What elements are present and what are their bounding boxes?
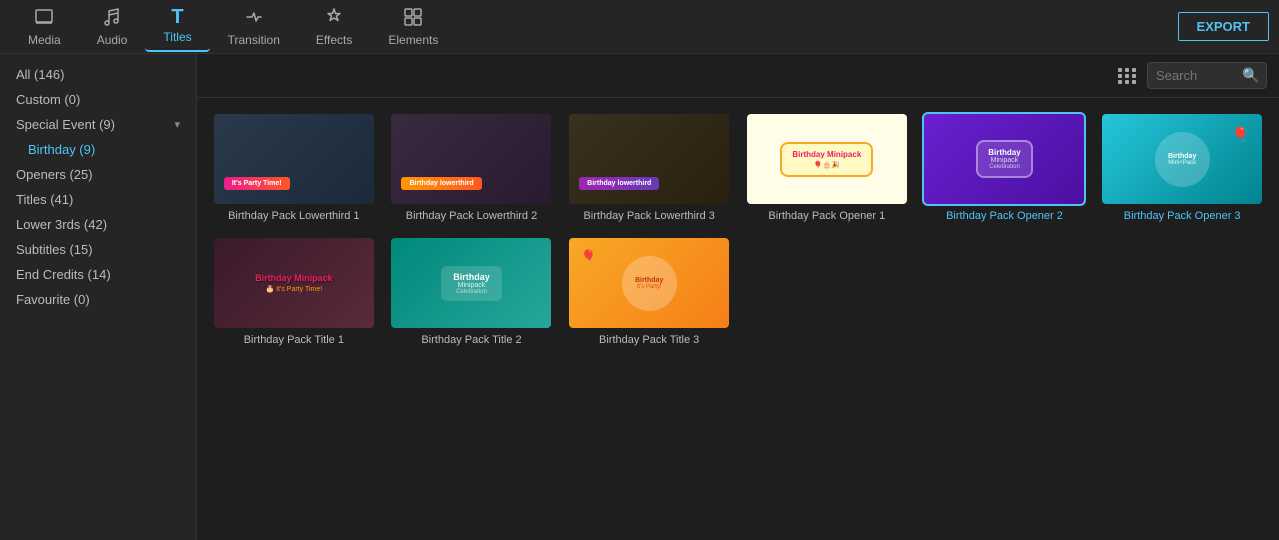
item-label-lt3: Birthday Pack Lowerthird 3 (583, 210, 714, 222)
items-grid: It's Party Time! Birthday Pack Lowerthir… (197, 98, 1279, 362)
toolbar-effects[interactable]: Effects (298, 1, 370, 53)
titles-label: Titles (163, 30, 191, 44)
grid-item-lt3[interactable]: Birthday lowerthird Birthday Pack Lowert… (568, 114, 730, 222)
grid-item-title3[interactable]: Birthday It's Party! 🎈 Birthday Pack Tit… (568, 238, 730, 346)
item-label-op2: Birthday Pack Opener 2 (946, 210, 1063, 222)
item-label-title3: Birthday Pack Title 3 (599, 334, 699, 346)
grid-dots-icon (1118, 68, 1137, 84)
grid-item-lt2[interactable]: Birthday lowerthird Birthday Pack Lowert… (391, 114, 553, 222)
sidebar-item-custom[interactable]: Custom (0) (0, 87, 196, 112)
toolbar-audio[interactable]: Audio (79, 1, 146, 53)
sidebar-item-titles[interactable]: Titles (41) (0, 187, 196, 212)
grid-item-op3[interactable]: Birthday Mini+Pack 🎈 Birthday Pack Opene… (1101, 114, 1263, 222)
effects-icon (324, 7, 344, 30)
thumbnail-title2: Birthday Minipack Celebration (391, 238, 551, 328)
grid-item-op1[interactable]: Birthday Minipack 🎈🎂🎉 Birthday Pack Open… (746, 114, 908, 222)
audio-label: Audio (97, 33, 128, 47)
elements-label: Elements (388, 33, 438, 47)
effects-label: Effects (316, 33, 352, 47)
thumbnail-title1: Birthday Minipack 🎂 It's Party Time! (214, 238, 374, 328)
toolbar-titles[interactable]: T Titles (145, 1, 209, 52)
thumbnail-lt1: It's Party Time! (214, 114, 374, 204)
sidebar-item-lower3rds[interactable]: Lower 3rds (42) (0, 212, 196, 237)
thumbnail-title3: Birthday It's Party! 🎈 (569, 238, 729, 328)
thumbnail-lt2: Birthday lowerthird (391, 114, 551, 204)
grid-item-title2[interactable]: Birthday Minipack Celebration Birthday P… (391, 238, 553, 346)
item-label-op1: Birthday Pack Opener 1 (768, 210, 885, 222)
grid-item-lt1[interactable]: It's Party Time! Birthday Pack Lowerthir… (213, 114, 375, 222)
sidebar-item-all[interactable]: All (146) (0, 62, 196, 87)
export-button[interactable]: EXPORT (1178, 12, 1269, 41)
audio-icon (102, 7, 122, 30)
sidebar: All (146) Custom (0) Special Event (9) ▾… (0, 54, 197, 540)
toolbar: Media Audio T Titles Transition Effects … (0, 0, 1279, 54)
transition-label: Transition (228, 33, 280, 47)
content-area: 🔍 It's Party Time! Birthday Pack Lowerth… (197, 54, 1279, 540)
search-input[interactable] (1156, 68, 1236, 83)
search-icon: 🔍 (1242, 67, 1259, 84)
search-bar[interactable]: 🔍 (1147, 62, 1267, 89)
item-label-title1: Birthday Pack Title 1 (244, 334, 344, 346)
item-label-lt1: Birthday Pack Lowerthird 1 (228, 210, 359, 222)
titles-icon: T (171, 7, 183, 27)
sidebar-item-birthday[interactable]: Birthday (9) (0, 137, 196, 162)
item-label-title2: Birthday Pack Title 2 (421, 334, 521, 346)
toolbar-transition[interactable]: Transition (210, 1, 298, 53)
grid-item-title1[interactable]: Birthday Minipack 🎂 It's Party Time! Bir… (213, 238, 375, 346)
main-area: All (146) Custom (0) Special Event (9) ▾… (0, 54, 1279, 540)
sidebar-item-special-event[interactable]: Special Event (9) ▾ (0, 112, 196, 137)
item-label-op3: Birthday Pack Opener 3 (1124, 210, 1241, 222)
grid-view-toggle[interactable] (1118, 68, 1137, 84)
item-label-lt2: Birthday Pack Lowerthird 2 (406, 210, 537, 222)
grid-item-op2[interactable]: Birthday Minipack Celebration Birthday P… (924, 114, 1086, 222)
toolbar-media[interactable]: Media (10, 1, 79, 53)
media-label: Media (28, 33, 61, 47)
sidebar-item-subtitles[interactable]: Subtitles (15) (0, 237, 196, 262)
elements-icon (403, 7, 423, 30)
chevron-down-icon: ▾ (174, 118, 180, 131)
sidebar-item-endcredits[interactable]: End Credits (14) (0, 262, 196, 287)
thumbnail-op1: Birthday Minipack 🎈🎂🎉 (747, 114, 907, 204)
thumbnail-op3: Birthday Mini+Pack 🎈 (1102, 114, 1262, 204)
thumbnail-op2: Birthday Minipack Celebration (924, 114, 1084, 204)
transition-icon (244, 7, 264, 30)
thumbnail-lt3: Birthday lowerthird (569, 114, 729, 204)
media-icon (34, 7, 54, 30)
sidebar-item-openers[interactable]: Openers (25) (0, 162, 196, 187)
toolbar-elements[interactable]: Elements (370, 1, 456, 53)
content-header: 🔍 (197, 54, 1279, 98)
sidebar-item-favourite[interactable]: Favourite (0) (0, 287, 196, 312)
